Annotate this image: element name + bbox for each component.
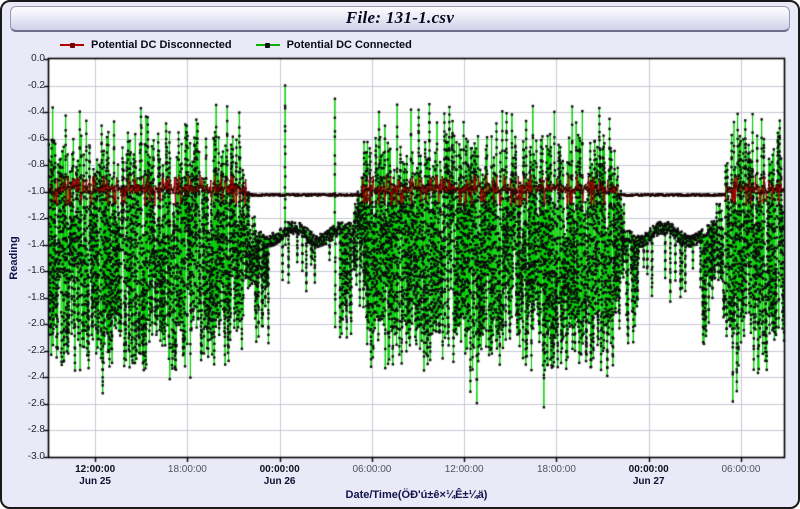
y-tick-label: -2.6 [11, 398, 45, 409]
y-tick-label: 0.0 [11, 53, 45, 64]
x-tick-label: 18:00:00 [152, 464, 222, 476]
x-tick-time: 06:00:00 [337, 464, 407, 476]
x-tick-label: 06:00:00 [337, 464, 407, 476]
x-tick-time: 12:00:00 [429, 464, 499, 476]
x-tick-date: Jun 27 [614, 476, 684, 488]
y-tick-label: -2.4 [11, 371, 45, 382]
y-tick-label: -0.6 [11, 133, 45, 144]
x-tick-label: 06:00:00 [706, 464, 776, 476]
x-tick-label: 12:00:00Jun 25 [60, 464, 130, 488]
plot-canvas [2, 2, 800, 509]
y-tick-label: -2.8 [11, 424, 45, 435]
x-tick-label: 00:00:00Jun 26 [245, 464, 315, 488]
x-tick-time: 00:00:00 [614, 464, 684, 476]
x-tick-time: 18:00:00 [152, 464, 222, 476]
y-axis-title: Reading [8, 218, 22, 298]
y-tick-label: -2.2 [11, 345, 45, 356]
x-tick-date: Jun 25 [60, 476, 130, 488]
x-tick-label: 00:00:00Jun 27 [614, 464, 684, 488]
x-axis-title: Date/Time(ÖÐ'ú±ê×¼Ê±¼ä) [49, 489, 784, 501]
x-tick-time: 18:00:00 [521, 464, 591, 476]
y-tick-label: -1.0 [11, 186, 45, 197]
y-tick-label: -0.8 [11, 159, 45, 170]
x-tick-time: 06:00:00 [706, 464, 776, 476]
chart-window: File: 131-1.csv Potential DC Disconnecte… [0, 0, 800, 509]
x-tick-time: 00:00:00 [245, 464, 315, 476]
x-tick-label: 18:00:00 [521, 464, 591, 476]
y-tick-label: -2.0 [11, 318, 45, 329]
y-tick-label: -3.0 [11, 451, 45, 462]
x-tick-date: Jun 26 [245, 476, 315, 488]
y-tick-label: -0.4 [11, 106, 45, 117]
x-tick-time: 12:00:00 [60, 464, 130, 476]
y-tick-label: -0.2 [11, 80, 45, 91]
x-tick-label: 12:00:00 [429, 464, 499, 476]
